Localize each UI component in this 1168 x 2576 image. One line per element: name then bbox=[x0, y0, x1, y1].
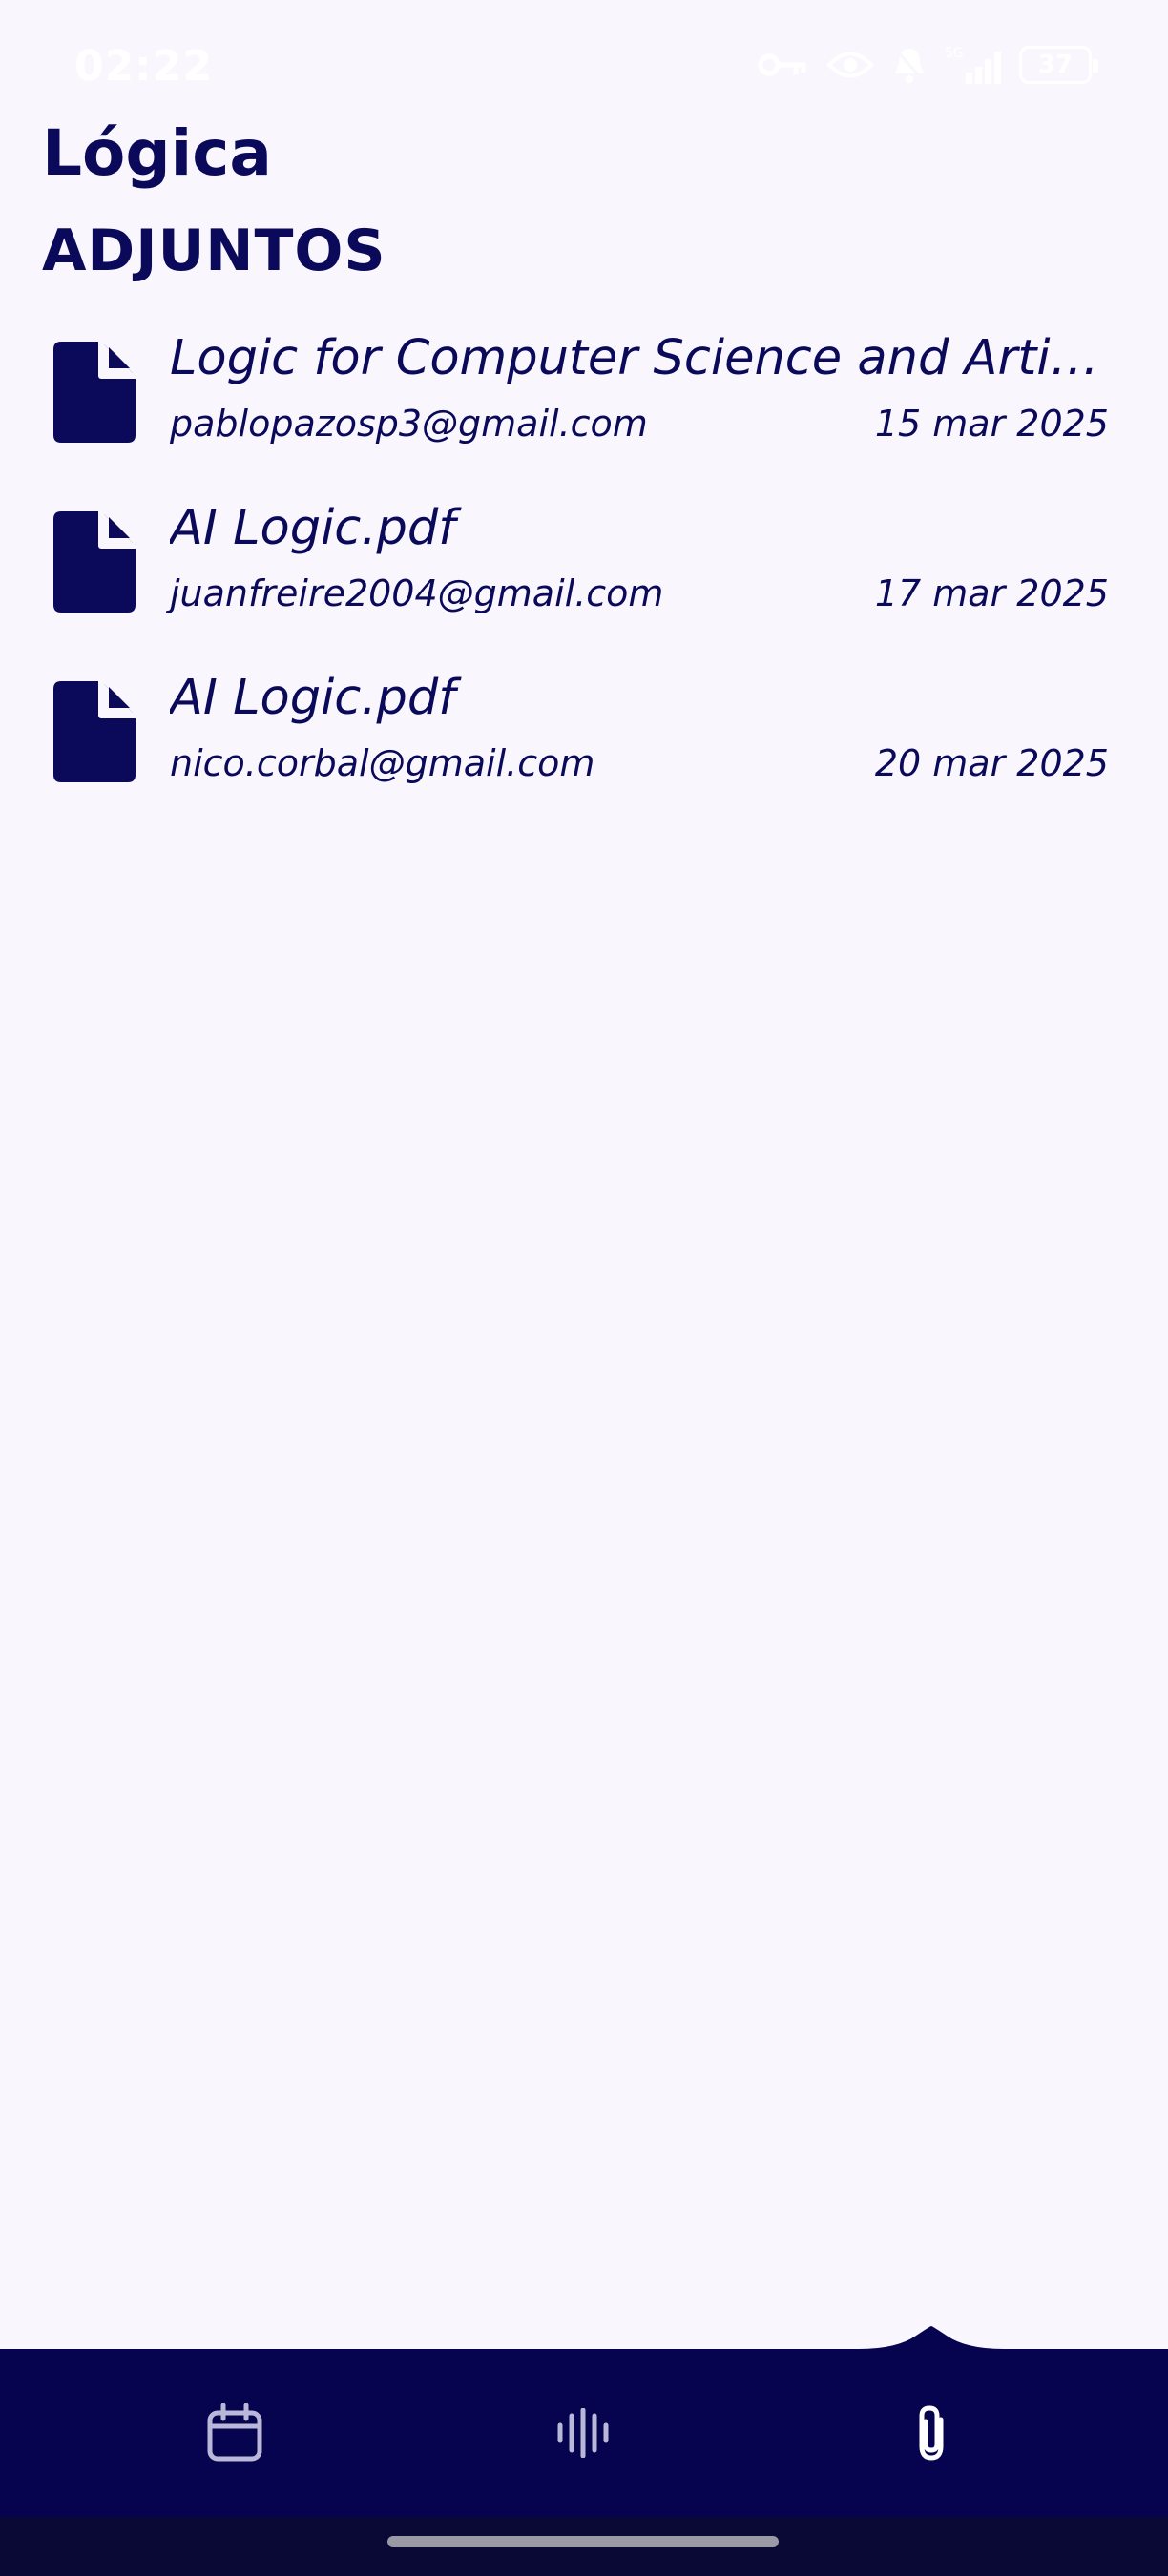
attachment-item[interactable]: AI Logic.pdf juanfreire2004@gmail.com 17… bbox=[0, 494, 1168, 664]
status-icons: 5G 37 bbox=[758, 44, 1098, 86]
notifications-off-icon bbox=[892, 47, 927, 83]
audio-waveform-icon bbox=[557, 2408, 609, 2458]
signal-icon: 5G bbox=[945, 46, 1001, 84]
nav-active-notch bbox=[859, 2326, 1004, 2349]
vpn-key-icon bbox=[758, 53, 806, 76]
attachment-sender: pablopazosp3@gmail.com bbox=[170, 403, 648, 445]
nav-recordings-button[interactable] bbox=[507, 2357, 659, 2509]
attachment-sender: nico.corbal@gmail.com bbox=[170, 742, 595, 784]
attachment-item[interactable]: Logic for Computer Science and Artificia… bbox=[0, 324, 1168, 494]
home-indicator[interactable] bbox=[387, 2536, 779, 2547]
page-title: Lógica bbox=[42, 116, 272, 190]
paperclip-icon bbox=[919, 2405, 944, 2461]
attachment-sender: juanfreire2004@gmail.com bbox=[170, 572, 664, 614]
attachment-name: Logic for Computer Science and Artificia… bbox=[170, 330, 1110, 386]
status-time: 02:22 bbox=[74, 42, 214, 91]
svg-text:5G: 5G bbox=[945, 46, 964, 61]
eye-icon bbox=[826, 52, 874, 78]
section-title: ADJUNTOS bbox=[42, 218, 386, 284]
battery-level: 37 bbox=[1037, 51, 1074, 79]
nav-calendar-button[interactable] bbox=[158, 2357, 311, 2509]
battery-icon: 37 bbox=[1019, 46, 1098, 84]
status-bar: 02:22 5G 37 bbox=[0, 0, 1168, 134]
attachment-date: 17 mar 2025 bbox=[874, 572, 1109, 614]
attachments-list: Logic for Computer Science and Artificia… bbox=[0, 324, 1168, 834]
file-icon bbox=[53, 342, 136, 443]
calendar-icon bbox=[207, 2403, 262, 2462]
attachment-item[interactable]: AI Logic.pdf nico.corbal@gmail.com 20 ma… bbox=[0, 664, 1168, 834]
attachment-date: 20 mar 2025 bbox=[874, 742, 1109, 784]
attachment-name: AI Logic.pdf bbox=[170, 500, 456, 556]
attachment-date: 15 mar 2025 bbox=[874, 403, 1109, 445]
attachment-name: AI Logic.pdf bbox=[170, 670, 456, 726]
file-icon bbox=[53, 681, 136, 782]
file-icon bbox=[53, 511, 136, 613]
nav-attachments-button[interactable] bbox=[855, 2357, 1008, 2509]
